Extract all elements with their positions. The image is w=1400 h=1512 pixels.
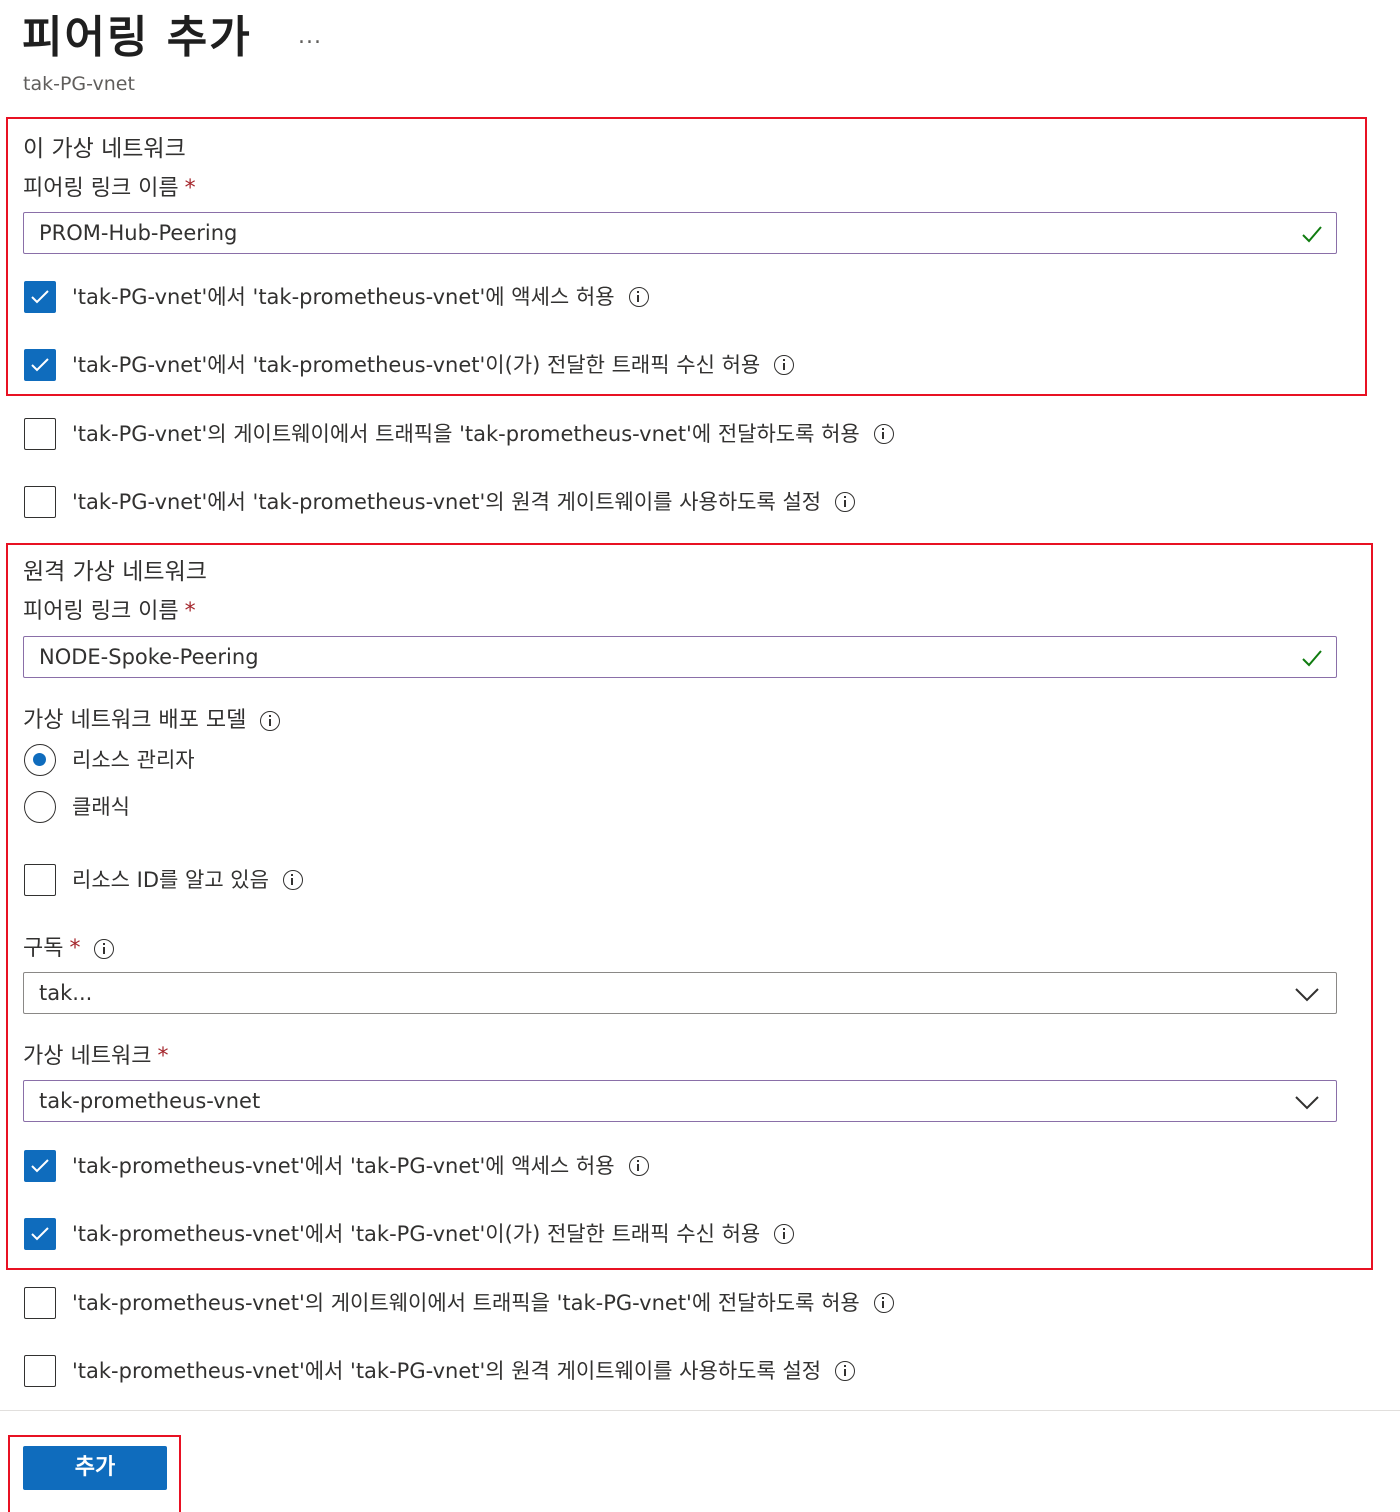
info-icon[interactable] (835, 492, 856, 512)
checkbox-local-2[interactable] (24, 349, 56, 381)
option-label: 'tak-PG-vnet'의 게이트웨이에서 트래픽을 'tak-prometh… (72, 422, 860, 446)
checkbox-remote-4[interactable] (24, 1355, 56, 1387)
virtual-network-dropdown[interactable]: tak-prometheus-vnet (23, 1080, 1337, 1122)
option-label: 'tak-prometheus-vnet'에서 'tak-PG-vnet'의 원… (72, 1359, 822, 1383)
info-icon[interactable] (282, 870, 303, 890)
subscription-label: 구독 * (23, 933, 115, 965)
radio-row-resource-manager[interactable]: 리소스 관리자 (24, 743, 195, 777)
field-value: NODE-Spoke-Peering (39, 645, 259, 669)
option-row-local-2[interactable]: 'tak-PG-vnet'에서 'tak-prometheus-vnet'이(가… (24, 348, 795, 382)
page-subtitle: tak-PG-vnet (23, 73, 135, 95)
field-value: tak-prometheus-vnet (39, 1089, 261, 1113)
radio-row-classic[interactable]: 클래식 (24, 790, 130, 824)
field-value: PROM-Hub-Peering (39, 221, 238, 245)
page-title: 피어링 추가 (22, 12, 252, 63)
checkmark-icon (31, 358, 49, 372)
checkbox-local-3[interactable] (24, 418, 56, 450)
radio-classic[interactable] (24, 791, 56, 823)
chevron-down-icon (1295, 988, 1319, 1002)
subscription-dropdown[interactable]: tak... (23, 972, 1337, 1014)
option-row-remote-3[interactable]: 'tak-prometheus-vnet'의 게이트웨이에서 트래픽을 'tak… (24, 1286, 894, 1320)
checkmark-icon (31, 1159, 49, 1173)
peering-link-name-label-remote: 피어링 링크 이름 * (23, 599, 196, 624)
checkbox-remote-2[interactable] (24, 1218, 56, 1250)
know-resource-id-checkbox[interactable] (24, 864, 56, 896)
checkbox-remote-3[interactable] (24, 1287, 56, 1319)
valid-check-icon (1302, 650, 1322, 667)
info-icon[interactable] (774, 1224, 795, 1244)
info-icon[interactable] (94, 939, 115, 959)
peering-link-name-input-local[interactable]: PROM-Hub-Peering (23, 212, 1337, 254)
know-resource-id-row[interactable]: 리소스 ID를 알고 있음 (24, 863, 303, 897)
required-mark: * (184, 176, 196, 201)
add-button[interactable]: 추가 (23, 1446, 167, 1490)
option-label: 'tak-PG-vnet'에서 'tak-prometheus-vnet'이(가… (72, 353, 761, 377)
option-row-local-3[interactable]: 'tak-PG-vnet'의 게이트웨이에서 트래픽을 'tak-prometh… (24, 417, 894, 451)
required-mark: * (157, 1044, 169, 1069)
option-row-remote-4[interactable]: 'tak-prometheus-vnet'에서 'tak-PG-vnet'의 원… (24, 1354, 856, 1388)
footer-divider (0, 1410, 1400, 1411)
deployment-model-label: 가상 네트워크 배포 모델 (23, 705, 281, 737)
field-value: tak... (39, 981, 93, 1005)
option-label: 'tak-prometheus-vnet'에서 'tak-PG-vnet'에 액… (72, 1154, 615, 1178)
required-mark: * (69, 936, 81, 961)
info-icon[interactable] (628, 287, 649, 307)
chevron-down-icon (1295, 1096, 1319, 1110)
peering-link-name-input-remote[interactable]: NODE-Spoke-Peering (23, 636, 1337, 678)
info-icon[interactable] (873, 1293, 894, 1313)
info-icon[interactable] (774, 355, 795, 375)
option-label: 'tak-prometheus-vnet'에서 'tak-PG-vnet'이(가… (72, 1222, 761, 1246)
peering-link-name-label-local: 피어링 링크 이름 * (23, 176, 196, 201)
option-row-local-1[interactable]: 'tak-PG-vnet'에서 'tak-prometheus-vnet'에 액… (24, 280, 649, 314)
virtual-network-label: 가상 네트워크 * (23, 1044, 169, 1069)
valid-check-icon (1302, 226, 1322, 243)
option-row-local-4[interactable]: 'tak-PG-vnet'에서 'tak-prometheus-vnet'의 원… (24, 485, 856, 519)
option-label: 리소스 ID를 알고 있음 (72, 868, 269, 892)
section-title-local: 이 가상 네트워크 (23, 136, 186, 162)
required-mark: * (184, 599, 196, 624)
checkmark-icon (31, 290, 49, 304)
checkbox-local-4[interactable] (24, 486, 56, 518)
radio-resource-manager[interactable] (24, 744, 56, 776)
more-options-icon[interactable]: ... (298, 22, 322, 52)
option-label: 'tak-PG-vnet'에서 'tak-prometheus-vnet'에 액… (72, 285, 615, 309)
section-title-remote: 원격 가상 네트워크 (23, 559, 207, 585)
info-icon[interactable] (260, 711, 281, 731)
info-icon[interactable] (835, 1361, 856, 1381)
info-icon[interactable] (628, 1156, 649, 1176)
checkbox-remote-1[interactable] (24, 1150, 56, 1182)
option-label: 'tak-prometheus-vnet'의 게이트웨이에서 트래픽을 'tak… (72, 1291, 860, 1315)
option-row-remote-2[interactable]: 'tak-prometheus-vnet'에서 'tak-PG-vnet'이(가… (24, 1217, 795, 1251)
option-label: 'tak-PG-vnet'에서 'tak-prometheus-vnet'의 원… (72, 490, 822, 514)
checkbox-local-1[interactable] (24, 281, 56, 313)
radio-label: 리소스 관리자 (72, 748, 195, 772)
info-icon[interactable] (873, 424, 894, 444)
radio-label: 클래식 (72, 795, 130, 819)
option-row-remote-1[interactable]: 'tak-prometheus-vnet'에서 'tak-PG-vnet'에 액… (24, 1149, 649, 1183)
checkmark-icon (31, 1227, 49, 1241)
